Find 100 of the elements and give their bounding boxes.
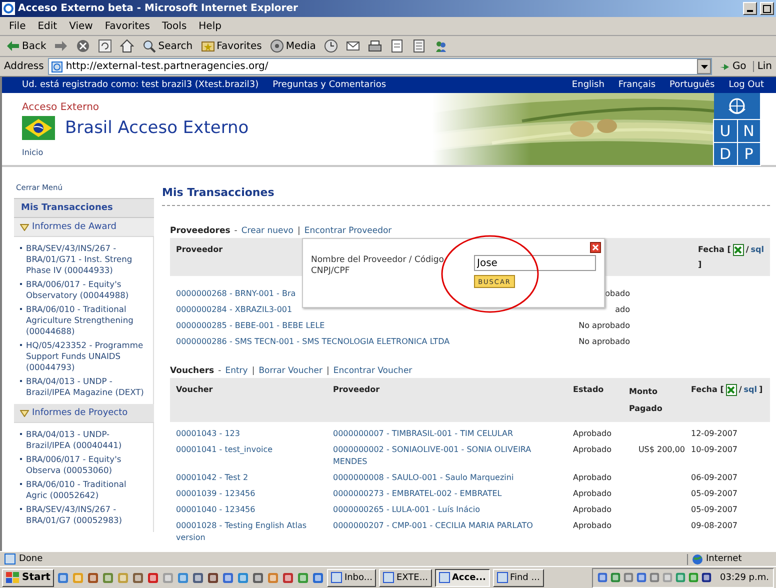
page-icon xyxy=(50,60,63,72)
quick-launch-icon[interactable] xyxy=(192,572,204,584)
menu-item[interactable]: Tools xyxy=(157,20,192,32)
taskbar-button[interactable]: Find ... xyxy=(492,568,544,586)
sidebar-item[interactable]: BRA/006/017 - Equity's Observa (00053060) xyxy=(20,454,149,476)
window-icon xyxy=(383,572,394,583)
close-button[interactable] xyxy=(590,242,601,253)
mail-icon xyxy=(346,39,360,53)
quick-launch-icon[interactable] xyxy=(87,572,100,584)
separator-text: | xyxy=(252,366,255,376)
nav-link[interactable]: Português xyxy=(670,80,715,90)
quick-launch-icon[interactable] xyxy=(102,572,114,584)
sidebar-item[interactable]: BRA/06/010 - Traditional Agriculture Strengthening (00044688) xyxy=(20,304,149,337)
toolbar-button[interactable]: Media xyxy=(268,37,318,55)
tray-icon[interactable] xyxy=(597,572,608,583)
section-link[interactable]: Borrar Voucher xyxy=(258,366,323,376)
minimize-button[interactable] xyxy=(743,2,757,15)
dropdown-button[interactable] xyxy=(697,59,712,74)
vendor-link[interactable]: 0000000008 - SAULO-001 - Saulo Marquezini xyxy=(333,472,573,484)
taskbar-button[interactable]: Acce... xyxy=(434,568,490,586)
sidebar-section-header[interactable]: Informes de Proyecto xyxy=(14,404,154,423)
sidebar-item[interactable]: BRA/04/013 - UNDP - Brazil/IPEA Magazine (DEXT) xyxy=(20,376,149,398)
quick-launch-icon[interactable] xyxy=(222,572,234,584)
section-link[interactable]: Encontrar Proveedor xyxy=(304,226,392,236)
voucher-link[interactable]: 00001041 - test_invoice xyxy=(176,444,333,456)
go-button[interactable]: Go xyxy=(716,61,750,72)
status-text: ado xyxy=(614,304,631,316)
sidebar-item[interactable]: BRA/006/017 - Equity's Observatory (00044988) xyxy=(20,279,149,301)
spreadsheet-icon[interactable] xyxy=(726,384,737,396)
voucher-link[interactable]: 00001028 - Testing English Atlas version xyxy=(176,520,333,544)
links-label[interactable]: Lin xyxy=(753,61,772,72)
quick-launch-icon[interactable] xyxy=(297,572,310,584)
nav-link[interactable]: Français xyxy=(618,80,656,90)
vendor-link[interactable]: 0000000285 - BEBE-001 - BEBE LELE xyxy=(176,320,566,332)
quick-launch-icon[interactable] xyxy=(312,572,324,584)
column-header: Proveedor xyxy=(333,384,380,396)
vendor-link[interactable]: 0000000207 - CMP-001 - CECILIA MARIA PARLATO xyxy=(333,520,573,532)
user-text: Ud. está registrado como: test brazil3 (Xtest.brazil3) xyxy=(22,80,259,90)
window-icon xyxy=(438,572,450,583)
start-button[interactable]: Start xyxy=(2,568,54,586)
nav-link[interactable]: Log Out xyxy=(728,80,764,90)
voucher-link[interactable]: 00001043 - 123 xyxy=(176,428,333,440)
menu-item[interactable]: Help xyxy=(194,20,226,32)
nav-link[interactable]: English xyxy=(572,80,604,90)
page-icon xyxy=(4,553,16,565)
sidebar-item[interactable]: BRA/04/013 - UNDP-Brazil/IPEA (00040441) xyxy=(20,429,149,451)
section-link[interactable]: Crear nuevo xyxy=(241,226,294,236)
section-link[interactable]: Entry xyxy=(225,366,248,376)
quick-launch-icon[interactable] xyxy=(282,572,294,584)
vendor-link[interactable]: 0000000265 - LULA-001 - Luís Inácio xyxy=(333,504,573,516)
sidebar-section-header[interactable]: Informes de Award xyxy=(14,218,154,237)
toolbar-button[interactable]: Back xyxy=(4,37,48,55)
sql-link[interactable]: sql xyxy=(750,243,764,256)
tray-icon[interactable] xyxy=(701,572,712,583)
caret-icon xyxy=(700,64,708,68)
quick-launch-icon[interactable] xyxy=(237,572,250,584)
window-icon xyxy=(496,572,508,583)
voucher-link[interactable]: 00001042 - Test 2 xyxy=(176,472,333,484)
nav-link[interactable]: Preguntas y Comentarios xyxy=(272,80,386,90)
breadcrumb-link[interactable]: Inicio xyxy=(22,148,432,157)
date-text: 05-09-2007 xyxy=(691,488,738,500)
menu-item[interactable]: File xyxy=(4,20,31,32)
voucher-link[interactable]: 00001039 - 123456 xyxy=(176,488,333,500)
quick-launch-icon[interactable] xyxy=(252,572,264,584)
sql-link[interactable]: sql xyxy=(744,383,757,396)
tray-icon[interactable] xyxy=(636,572,647,583)
taskbar-button[interactable]: EXTE... xyxy=(379,568,432,586)
status-text: Aprobado xyxy=(573,444,613,456)
status-text: obado xyxy=(604,288,631,300)
sidebar-item[interactable]: BRA/SEV/43/INS/267 - BRA/01/G71 - Inst. Streng Phase IV (00044933) xyxy=(20,243,149,276)
toolbar-button[interactable]: Favorites xyxy=(198,37,264,55)
menu-item[interactable]: Favorites xyxy=(100,20,156,32)
quick-launch-icon[interactable] xyxy=(207,572,220,584)
vendor-link[interactable]: 0000000286 - SMS TECN-001 - SMS TECNOLOGIA ELETRONICA LTDA xyxy=(176,336,566,348)
quick-launch-icon[interactable] xyxy=(177,572,190,584)
refresh-icon xyxy=(98,39,112,53)
address-field[interactable]: http://external-test.partneragencies.org/ xyxy=(48,58,712,75)
sidebar-item[interactable]: BRA/SEV/43/INS/267 - BRA/01/G7 (00052983) xyxy=(20,504,149,526)
sidebar-title[interactable]: Mis Transacciones xyxy=(14,198,154,218)
sidebar-item[interactable]: BRA/06/010 - Traditional Agric (00052642) xyxy=(20,479,149,501)
vendor-link[interactable]: 0000000007 - TIMBRASIL-001 - TIM CELULAR xyxy=(333,428,573,440)
spreadsheet-icon[interactable] xyxy=(732,244,744,256)
toolbar-button[interactable] xyxy=(118,37,136,55)
section-link[interactable]: Encontrar Voucher xyxy=(333,366,412,376)
voucher-link[interactable]: 00001040 - 123456 xyxy=(176,504,333,516)
menu-item[interactable]: Edit xyxy=(32,20,62,32)
menu-item[interactable]: View xyxy=(64,20,98,32)
maximize-button[interactable] xyxy=(760,2,774,15)
toolbar-button[interactable] xyxy=(96,37,114,55)
vendor-link[interactable]: 0000000002 - SONIAOLIVE-001 - SONIA OLIVEIRA MENDES xyxy=(333,444,573,468)
vendor-link[interactable]: 0000000284 - XBRAZIL3-001 xyxy=(176,304,566,316)
quick-launch-icon[interactable] xyxy=(147,572,160,584)
quick-launch-icon[interactable] xyxy=(57,572,70,584)
vendor-link[interactable]: 0000000273 - EMBRATEL-002 - EMBRATEL xyxy=(333,488,573,500)
quick-launch-icon[interactable] xyxy=(132,572,144,584)
sidebar-item[interactable]: HQ/05/423352 - Programme Support Funds UNAIDS (00044793) xyxy=(20,340,149,373)
taskbar-button[interactable]: Inbo... xyxy=(327,568,376,586)
toolbar-button[interactable] xyxy=(322,37,340,55)
toolbar-button[interactable]: Search xyxy=(140,37,195,55)
dash-text: - xyxy=(218,366,222,376)
